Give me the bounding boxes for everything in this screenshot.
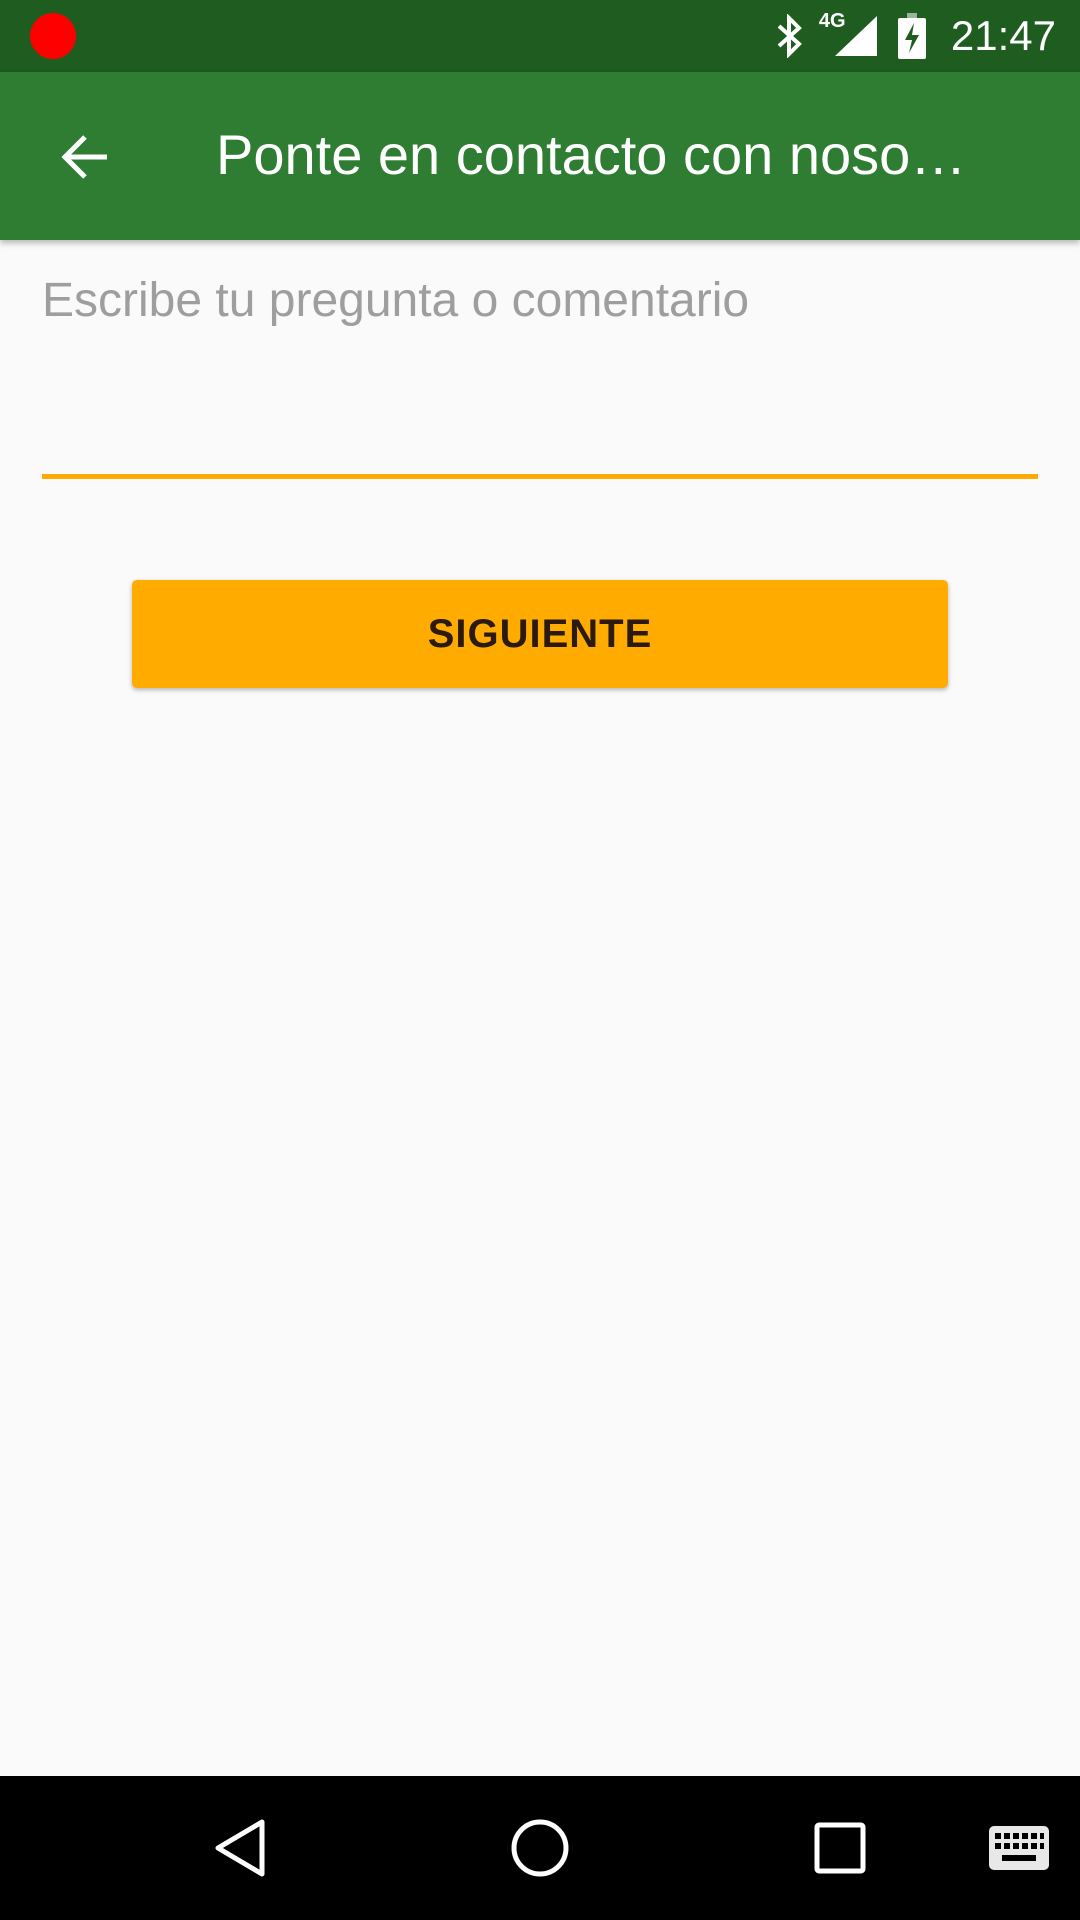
signal-4g-icon: 4G — [819, 10, 879, 58]
nav-recents-icon — [814, 1822, 866, 1874]
bluetooth-icon — [775, 14, 805, 58]
keyboard-icon — [989, 1826, 1049, 1870]
app-bar: Ponte en contacto con noso… — [0, 72, 1080, 240]
back-button[interactable] — [40, 112, 130, 202]
status-bar: 4G 21:47 — [0, 0, 1080, 72]
page-title: Ponte en contacto con noso… — [216, 123, 967, 186]
arrow-back-icon — [61, 135, 107, 179]
question-field-container — [42, 270, 1038, 482]
nav-back-icon — [215, 1819, 265, 1877]
network-type-label: 4G — [818, 10, 846, 32]
nav-home-icon — [511, 1819, 569, 1877]
question-input-underline — [42, 474, 1038, 479]
next-button[interactable]: SIGUIENTE — [132, 580, 948, 688]
nav-recents-button[interactable] — [800, 1776, 880, 1920]
nav-back-button[interactable] — [200, 1776, 280, 1920]
question-input[interactable] — [42, 270, 1038, 478]
navigation-bar — [0, 1776, 1080, 1920]
keyboard-switcher-button[interactable] — [984, 1776, 1054, 1920]
status-clock: 21:47 — [950, 12, 1056, 59]
nav-home-button[interactable] — [500, 1776, 580, 1920]
battery-charging-icon — [897, 13, 927, 59]
recording-indicator-icon — [30, 13, 76, 59]
status-icons: 4G 21:47 — [775, 0, 1056, 72]
